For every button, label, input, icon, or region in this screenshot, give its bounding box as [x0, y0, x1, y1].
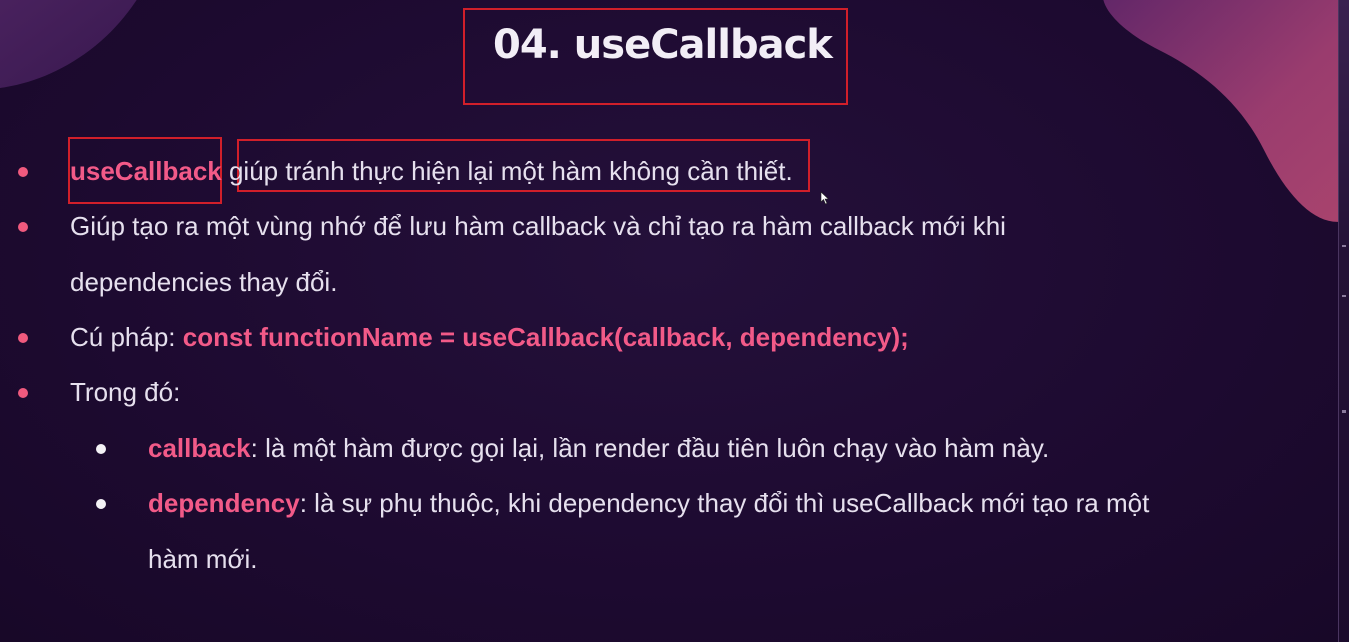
strip-tick: [1342, 295, 1346, 297]
sub-bullet-dot: [96, 444, 106, 454]
bullet-line-2a: Giúp tạo ra một vùng nhớ để lưu hàm call…: [70, 211, 1006, 241]
decorative-blob-top-right: [1103, 0, 1349, 222]
strip-tick: [1342, 410, 1346, 413]
bullet-dot: [18, 333, 28, 343]
strip-tick: [1342, 245, 1346, 247]
mouse-cursor-icon: [820, 191, 830, 205]
presentation-slide: 04. useCallback useCallback giúp tránh t…: [0, 0, 1349, 642]
slide-title: 04. useCallback: [493, 22, 833, 68]
bullet-dot: [18, 388, 28, 398]
sub-bullet-line-1: callback: là một hàm được gọi lại, lần r…: [148, 432, 1049, 464]
sub-bullet-line-2a: dependency: là sự phụ thuộc, khi depende…: [148, 487, 1149, 519]
decorative-blob-top-left: [0, 0, 137, 88]
bullet-dot: [18, 167, 28, 177]
bullet-line-1: useCallback giúp tránh thực hiện lại một…: [70, 155, 793, 187]
syntax-code: const functionName = useCallback(callbac…: [182, 322, 909, 352]
sub-bullet-text: : là sự phụ thuộc, khi dependency thay đ…: [299, 488, 1150, 518]
bullet-line-3: Cú pháp: const functionName = useCallbac…: [70, 321, 909, 353]
keyword-usecallback: useCallback: [70, 156, 222, 186]
sub-bullet-line-2b: hàm mới.: [148, 544, 258, 574]
syntax-label: Cú pháp:: [70, 322, 183, 352]
keyword-callback: callback: [148, 433, 251, 463]
bullet-dot: [18, 222, 28, 232]
sub-bullet-text: : là một hàm được gọi lại, lần render đầ…: [250, 433, 1050, 463]
sub-bullet-dot: [96, 499, 106, 509]
bullet-line-2b: dependencies thay đổi.: [70, 267, 338, 297]
bullet-text: giúp tránh thực hiện lại một hàm không c…: [221, 156, 793, 186]
bullet-line-4: Trong đó:: [70, 377, 181, 407]
keyword-dependency: dependency: [148, 488, 300, 518]
scrollbar-strip[interactable]: [1338, 0, 1349, 642]
